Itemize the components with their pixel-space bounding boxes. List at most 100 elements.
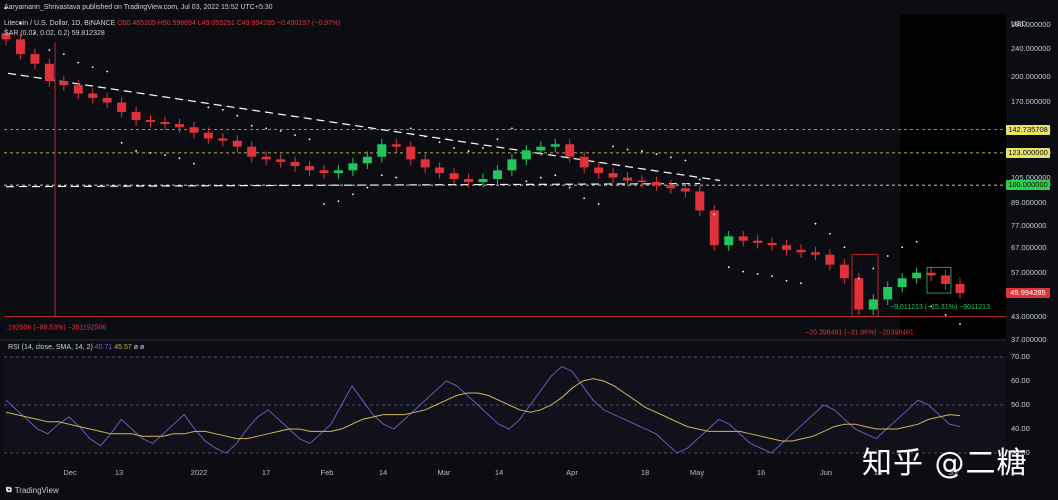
candle[interactable] bbox=[464, 179, 474, 183]
time-tick: 18 bbox=[640, 468, 650, 477]
candle[interactable] bbox=[912, 272, 922, 279]
sar-dot bbox=[294, 134, 296, 137]
sar-legend[interactable]: SAR (0.02, 0.02, 0.2) 59.812328 bbox=[4, 30, 105, 37]
candle[interactable] bbox=[73, 85, 83, 94]
candle[interactable] bbox=[362, 156, 372, 164]
candle[interactable] bbox=[594, 167, 604, 174]
candle[interactable] bbox=[854, 278, 864, 310]
candle[interactable] bbox=[478, 179, 488, 183]
candle[interactable] bbox=[449, 173, 459, 180]
candle[interactable] bbox=[941, 275, 951, 285]
candle[interactable] bbox=[709, 210, 719, 246]
candle[interactable] bbox=[492, 170, 502, 180]
candle[interactable] bbox=[767, 242, 777, 246]
candle[interactable] bbox=[521, 150, 531, 160]
candle[interactable] bbox=[348, 163, 358, 171]
sar-dot bbox=[453, 147, 455, 149]
sar-dot bbox=[698, 178, 701, 181]
sar-dot bbox=[959, 323, 961, 325]
sar-dot bbox=[727, 266, 730, 269]
candle[interactable] bbox=[232, 140, 242, 147]
candle[interactable] bbox=[88, 93, 98, 98]
candle[interactable] bbox=[579, 156, 589, 168]
candle[interactable] bbox=[59, 81, 69, 86]
candle[interactable] bbox=[666, 185, 676, 189]
candle[interactable] bbox=[536, 146, 546, 151]
rsi-legend[interactable]: RSI (14, close, SMA, 14, 2) 40.71 45.57 … bbox=[8, 344, 144, 351]
candle[interactable] bbox=[825, 254, 835, 265]
candle[interactable] bbox=[680, 188, 690, 192]
candle[interactable] bbox=[435, 167, 445, 174]
tradingview-logo-icon: ⧉ bbox=[6, 485, 12, 494]
candle[interactable] bbox=[623, 177, 633, 181]
time-tick: Dec bbox=[63, 468, 77, 477]
time-tick: Feb bbox=[320, 468, 334, 477]
candle[interactable] bbox=[608, 173, 618, 178]
candle[interactable] bbox=[305, 166, 315, 171]
time-tick: Apr bbox=[566, 468, 578, 477]
candle[interactable] bbox=[507, 159, 517, 171]
candle[interactable] bbox=[218, 138, 228, 141]
sar-dot bbox=[626, 148, 629, 151]
candle[interactable] bbox=[738, 236, 748, 241]
candle[interactable] bbox=[406, 146, 416, 160]
sar-dot bbox=[438, 141, 441, 144]
sar-dot bbox=[467, 150, 470, 152]
sar-dot bbox=[409, 127, 412, 130]
footer-brand[interactable]: ⧉ TradingView bbox=[6, 485, 59, 495]
candle[interactable] bbox=[44, 63, 54, 82]
candle[interactable] bbox=[377, 144, 387, 157]
candle[interactable] bbox=[550, 144, 560, 147]
candle[interactable] bbox=[160, 121, 170, 125]
candle[interactable] bbox=[695, 191, 705, 211]
candle[interactable] bbox=[839, 264, 849, 279]
candle[interactable] bbox=[333, 170, 343, 174]
candle[interactable] bbox=[883, 286, 893, 300]
time-tick: 13 bbox=[114, 468, 124, 477]
candle[interactable] bbox=[926, 272, 936, 276]
ohlc-values: O50.465205 H50.598694 L49.059291 C49.994… bbox=[117, 20, 341, 27]
price-tick: 280.000000 bbox=[1011, 19, 1051, 29]
candle[interactable] bbox=[15, 39, 25, 55]
chart-canvas[interactable]: .192506 (−88.53%) −351192506 −20.398481 (… bbox=[0, 0, 1058, 500]
price-tick: 77.000000 bbox=[1011, 220, 1047, 230]
sar-dot bbox=[785, 279, 788, 282]
candle[interactable] bbox=[391, 144, 401, 147]
candle[interactable] bbox=[30, 54, 40, 64]
candle[interactable] bbox=[796, 249, 806, 253]
candle[interactable] bbox=[897, 278, 907, 287]
candle[interactable] bbox=[261, 156, 271, 160]
candle[interactable] bbox=[753, 240, 763, 243]
candle[interactable] bbox=[189, 127, 199, 133]
sar-dot bbox=[597, 203, 600, 205]
sar-dot bbox=[641, 150, 643, 152]
candle[interactable] bbox=[565, 144, 575, 157]
candle[interactable] bbox=[782, 245, 792, 250]
candle[interactable] bbox=[174, 124, 184, 128]
candle[interactable] bbox=[203, 132, 213, 139]
candle[interactable] bbox=[420, 159, 430, 168]
candle[interactable] bbox=[117, 102, 127, 112]
symbol-info: Litecoin / U.S. Dollar, 1D, BINANCE O50.… bbox=[4, 20, 341, 27]
rsi-label: RSI (14, close, SMA, 14, 2) bbox=[8, 344, 93, 351]
sar-dot bbox=[670, 156, 672, 159]
candle[interactable] bbox=[319, 170, 329, 174]
candle[interactable] bbox=[276, 159, 286, 163]
candle[interactable] bbox=[290, 162, 300, 167]
candle[interactable] bbox=[247, 146, 257, 157]
candle[interactable] bbox=[146, 119, 156, 122]
sar-dot bbox=[742, 270, 745, 273]
sar-dot bbox=[48, 49, 51, 52]
candle[interactable] bbox=[955, 284, 965, 294]
candle[interactable] bbox=[131, 111, 141, 120]
time-tick: May bbox=[689, 468, 705, 477]
sar-dot bbox=[337, 200, 340, 203]
candle[interactable] bbox=[637, 180, 647, 183]
price-tick: 240.000000 bbox=[1011, 43, 1051, 53]
sar-dot bbox=[915, 240, 918, 243]
candle[interactable] bbox=[810, 252, 820, 255]
candle[interactable] bbox=[724, 236, 734, 246]
candle[interactable] bbox=[102, 97, 112, 103]
candle[interactable] bbox=[651, 182, 661, 186]
candle[interactable] bbox=[868, 299, 878, 310]
